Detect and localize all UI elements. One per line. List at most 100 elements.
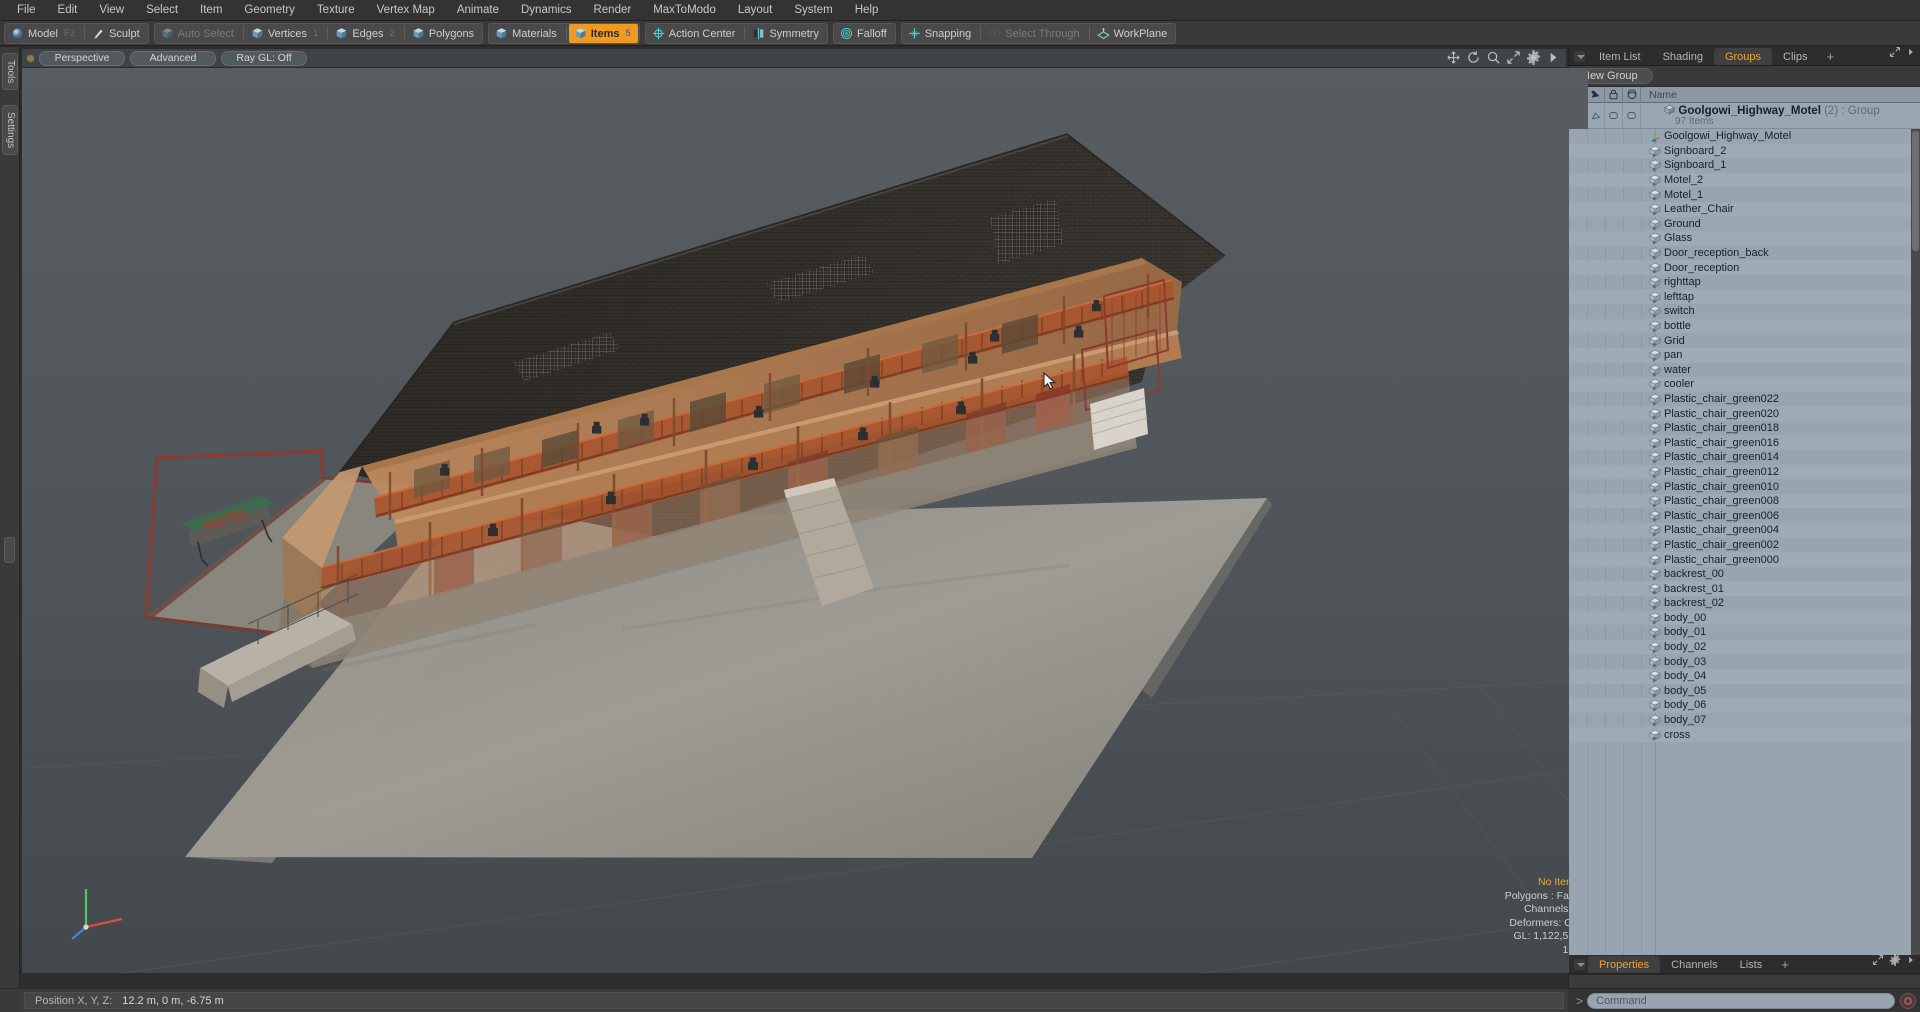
list-item[interactable]: Ground bbox=[1569, 217, 1920, 232]
expand-arrow-icon[interactable] bbox=[1653, 659, 1657, 668]
expand-arrow-icon[interactable] bbox=[1653, 368, 1657, 377]
toolbar-button-select-through[interactable]: Select Through bbox=[983, 24, 1086, 43]
list-item[interactable]: switch bbox=[1569, 304, 1920, 319]
list-item[interactable]: Plastic_chair_green014 bbox=[1569, 450, 1920, 465]
list-item[interactable]: bottle bbox=[1569, 318, 1920, 334]
menu-item-item[interactable]: Item bbox=[189, 0, 233, 21]
item-list-scrollbar[interactable] bbox=[1911, 129, 1920, 955]
list-item[interactable]: Goolgowi_Highway_Motel bbox=[1569, 129, 1920, 144]
chevron-right-icon[interactable] bbox=[1906, 45, 1916, 63]
list-item[interactable]: cooler bbox=[1569, 377, 1920, 392]
list-item[interactable]: Plastic_chair_green018 bbox=[1569, 421, 1920, 436]
menu-item-animate[interactable]: Animate bbox=[446, 0, 510, 21]
chevron-right-icon[interactable] bbox=[1546, 50, 1561, 65]
group-row[interactable]: Goolgowi_Highway_Motel (2) : Group 97 It… bbox=[1569, 103, 1920, 129]
expand-arrow-icon[interactable] bbox=[1653, 557, 1657, 566]
gear-icon[interactable] bbox=[1526, 50, 1541, 65]
toolbar-button-items[interactable]: Items 5 bbox=[568, 24, 638, 43]
list-item[interactable]: body_02 bbox=[1569, 639, 1920, 655]
pan-icon[interactable] bbox=[1446, 50, 1461, 65]
expand-arrow-icon[interactable] bbox=[1653, 178, 1657, 187]
list-item[interactable]: Grid bbox=[1569, 333, 1920, 348]
list-item[interactable]: body_00 bbox=[1569, 610, 1920, 626]
scrollbar-thumb[interactable] bbox=[1912, 131, 1919, 251]
expand-arrow-icon[interactable] bbox=[1653, 353, 1657, 362]
list-item[interactable]: Plastic_chair_green022 bbox=[1569, 392, 1920, 407]
tab-shading[interactable]: Shading bbox=[1652, 48, 1714, 65]
expand-arrow-icon[interactable] bbox=[1653, 572, 1657, 581]
toolbar-button-materials[interactable]: Materials bbox=[490, 24, 564, 43]
list-item[interactable]: Door_reception_back bbox=[1569, 246, 1920, 261]
list-item[interactable]: Plastic_chair_green020 bbox=[1569, 406, 1920, 421]
menu-item-select[interactable]: Select bbox=[135, 0, 189, 21]
list-item[interactable]: Plastic_chair_green008 bbox=[1569, 493, 1920, 509]
tab-item-list[interactable]: Item List bbox=[1588, 48, 1652, 65]
list-item[interactable]: body_05 bbox=[1569, 684, 1920, 699]
menu-item-maxtomodo[interactable]: MaxToModo bbox=[642, 0, 727, 21]
group-shading-toggle[interactable] bbox=[1587, 103, 1605, 128]
expand-arrow-icon[interactable] bbox=[1653, 295, 1657, 304]
view-projection-button[interactable]: Perspective bbox=[39, 50, 125, 66]
expand-arrow-icon[interactable] bbox=[1653, 236, 1657, 245]
list-item[interactable]: Plastic_chair_green006 bbox=[1569, 508, 1920, 523]
list-item[interactable]: Motel_1 bbox=[1569, 187, 1920, 202]
fit-icon[interactable] bbox=[1506, 50, 1521, 65]
list-item[interactable]: Leather_Chair bbox=[1569, 201, 1920, 217]
tab-properties[interactable]: Properties bbox=[1588, 956, 1661, 973]
list-item[interactable]: lefttap bbox=[1569, 289, 1920, 305]
viewport-menu-dot[interactable] bbox=[26, 53, 35, 63]
expand-arrow-icon[interactable] bbox=[1653, 222, 1657, 231]
list-item[interactable]: Plastic_chair_green004 bbox=[1569, 523, 1920, 538]
expand-arrow-icon[interactable] bbox=[1653, 455, 1657, 464]
list-item[interactable]: backrest_02 bbox=[1569, 596, 1920, 611]
menu-item-system[interactable]: System bbox=[783, 0, 843, 21]
expand-arrow-icon[interactable] bbox=[1653, 586, 1657, 595]
list-item[interactable]: Plastic_chair_green016 bbox=[1569, 435, 1920, 451]
expand-arrow-icon[interactable] bbox=[1653, 601, 1657, 610]
expand-arrow-icon[interactable] bbox=[1653, 440, 1657, 450]
expand-arrow-icon[interactable] bbox=[1653, 703, 1657, 712]
list-item[interactable]: backrest_01 bbox=[1569, 581, 1920, 596]
expand-arrow-icon[interactable] bbox=[1653, 674, 1657, 683]
expand-arrow-icon[interactable] bbox=[1653, 689, 1657, 698]
panel-menu-icon[interactable] bbox=[1574, 51, 1585, 62]
list-item[interactable]: pan bbox=[1569, 347, 1920, 363]
zoom-icon[interactable] bbox=[1486, 50, 1501, 65]
toolbar-button-vertices[interactable]: Vertices 1 bbox=[246, 24, 325, 43]
list-item[interactable]: Signboard_1 bbox=[1569, 158, 1920, 173]
lock-icon[interactable] bbox=[1605, 86, 1623, 103]
toolbar-button-sculpt[interactable]: Sculpt bbox=[87, 24, 147, 43]
tab-channels[interactable]: Channels bbox=[1660, 956, 1728, 973]
expand-arrow-icon[interactable] bbox=[1653, 338, 1657, 347]
expand-arrow-icon[interactable] bbox=[1653, 645, 1657, 654]
expand-arrow-icon[interactable] bbox=[1653, 484, 1657, 493]
list-item[interactable]: body_01 bbox=[1569, 625, 1920, 640]
expand-arrow-icon[interactable] bbox=[1653, 309, 1657, 318]
render-icon[interactable] bbox=[1623, 86, 1641, 103]
left-panel-resize-handle[interactable] bbox=[4, 537, 15, 563]
vertical-tab-settings[interactable]: Settings bbox=[2, 105, 18, 156]
expand-arrow-icon[interactable] bbox=[1653, 280, 1657, 289]
list-item[interactable]: backrest_00 bbox=[1569, 567, 1920, 582]
expand-arrow-icon[interactable] bbox=[1653, 324, 1657, 333]
expand-arrow-icon[interactable] bbox=[1653, 207, 1657, 216]
raygl-toggle-button[interactable]: Ray GL: Off bbox=[221, 50, 307, 66]
menu-item-file[interactable]: File bbox=[6, 0, 47, 21]
menu-item-layout[interactable]: Layout bbox=[727, 0, 784, 21]
chevron-right-icon[interactable] bbox=[1906, 953, 1916, 971]
toolbar-button-auto-select[interactable]: Auto Select bbox=[156, 24, 241, 43]
toolbar-button-snapping[interactable]: Snapping bbox=[903, 24, 979, 43]
list-item[interactable]: body_07 bbox=[1569, 713, 1920, 728]
menu-item-geometry[interactable]: Geometry bbox=[233, 0, 306, 21]
expand-arrow-icon[interactable] bbox=[1653, 265, 1657, 274]
group-lock-toggle[interactable] bbox=[1605, 103, 1623, 128]
expand-icon[interactable] bbox=[1889, 45, 1901, 63]
list-item[interactable]: Plastic_chair_green010 bbox=[1569, 479, 1920, 494]
expand-arrow-icon[interactable] bbox=[1653, 470, 1657, 479]
tab-add[interactable]: + bbox=[1818, 48, 1842, 65]
properties-menu-icon[interactable] bbox=[1574, 959, 1585, 970]
toolbar-button-action-center[interactable]: Action Center bbox=[647, 24, 743, 43]
menu-item-render[interactable]: Render bbox=[582, 0, 642, 21]
expand-arrow-icon[interactable] bbox=[1653, 528, 1657, 537]
shading-icon[interactable] bbox=[1587, 86, 1605, 103]
